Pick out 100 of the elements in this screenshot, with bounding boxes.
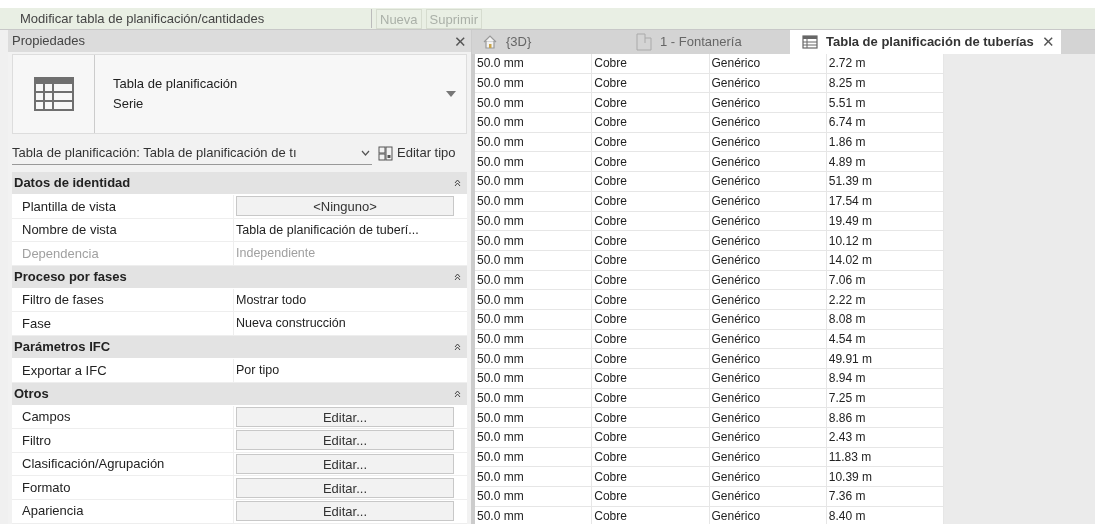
table-cell: Cobre: [592, 408, 710, 428]
ribbon-title: Modificar tabla de planificación/cantidades: [20, 8, 372, 29]
table-cell: Genérico: [709, 211, 827, 231]
table-cell: 50.0 mm: [475, 487, 593, 506]
table-cell: 50.0 mm: [475, 447, 593, 467]
property-value: Independiente: [235, 245, 316, 263]
table-cell: 50.0 mm: [475, 309, 593, 329]
table-cell: Genérico: [709, 290, 827, 309]
table-cell: Cobre: [592, 290, 710, 309]
table-cell: 4.89 m: [826, 152, 944, 172]
property-value: Nueva construcción: [235, 315, 346, 333]
table-cell: 4.54 m: [826, 329, 944, 349]
table-cell: Cobre: [592, 388, 710, 408]
collapse-icon: [454, 342, 461, 351]
property-value: Por tipo: [235, 361, 280, 379]
table-cell: 50.0 mm: [475, 290, 593, 309]
table-cell: Genérico: [709, 467, 827, 487]
property-label: Formato: [12, 476, 234, 499]
edit-type-button[interactable]: Editar tipo: [378, 143, 456, 163]
table-cell: 2.72 m: [826, 54, 944, 73]
table-cell: Cobre: [592, 487, 710, 506]
section-header[interactable]: Proceso por fases: [12, 265, 467, 289]
property-button[interactable]: Editar...: [236, 477, 454, 498]
table-cell: 2.22 m: [826, 290, 944, 309]
table-cell: 50.0 mm: [475, 329, 593, 349]
table-cell: Genérico: [709, 191, 827, 211]
table-cell: Genérico: [709, 388, 827, 408]
table-icon: [802, 35, 818, 49]
view-tab[interactable]: {3D}: [476, 30, 626, 54]
table-cell: 6.74 m: [826, 113, 944, 132]
table-cell: Cobre: [592, 191, 710, 211]
table-cell: 7.36 m: [826, 487, 944, 506]
table-cell: Genérico: [709, 152, 827, 172]
table-cell: Genérico: [709, 54, 827, 73]
table-cell: 10.12 m: [826, 231, 944, 250]
table-cell: Genérico: [709, 487, 827, 506]
property-value: Mostrar todo: [235, 291, 307, 309]
property-label: Plantilla de vista: [12, 195, 234, 218]
table-cell: 8.08 m: [826, 309, 944, 329]
table-icon: [33, 77, 74, 111]
collapse-icon: [454, 179, 461, 187]
table-cell: Genérico: [709, 329, 827, 349]
panel-title: Propiedades: [12, 32, 85, 51]
house-icon: [482, 34, 498, 50]
table-cell: Genérico: [709, 447, 827, 467]
table-cell: 1.86 m: [826, 132, 944, 152]
view-tab[interactable]: 1 - Fontanería: [626, 30, 790, 54]
table-cell: 10.39 m: [826, 467, 944, 487]
table-cell: Cobre: [592, 93, 710, 113]
collapse-icon: [454, 389, 461, 398]
property-label: Filtro de fases: [12, 288, 234, 312]
table-cell: 50.0 mm: [475, 270, 593, 290]
section-header[interactable]: Datos de identidad: [12, 172, 467, 195]
table-cell: 50.0 mm: [475, 93, 593, 113]
section-header[interactable]: Otros: [12, 382, 467, 406]
table-cell: Genérico: [709, 132, 827, 152]
table-cell: 11.83 m: [826, 447, 944, 467]
table-cell: Cobre: [592, 447, 710, 467]
table-cell: 14.02 m: [826, 250, 944, 270]
table-cell: 49.91 m: [826, 349, 944, 368]
property-label: Exportar a IFC: [12, 358, 234, 382]
type-selector[interactable]: Tabla de planificación Serie: [12, 54, 467, 134]
close-icon[interactable]: ✕: [1041, 30, 1055, 54]
table-cell: Genérico: [709, 408, 827, 428]
table-cell: 8.94 m: [826, 369, 944, 388]
property-button[interactable]: Editar...: [236, 454, 454, 475]
table-cell: Cobre: [592, 369, 710, 388]
table-cell: Cobre: [592, 309, 710, 329]
table-cell: 50.0 mm: [475, 349, 593, 368]
section-header[interactable]: Parámetros IFC: [12, 335, 467, 359]
property-label: Nombre de vista: [12, 218, 234, 242]
table-cell: 50.0 mm: [475, 369, 593, 388]
table-cell: 8.25 m: [826, 73, 944, 93]
table-cell: Genérico: [709, 428, 827, 447]
table-cell: 50.0 mm: [475, 132, 593, 152]
table-cell: 50.0 mm: [475, 211, 593, 231]
table-cell: Genérico: [709, 250, 827, 270]
property-label: Fase: [12, 312, 234, 335]
instance-dropdown[interactable]: Tabla de planificación: Tabla de planificación de tı: [12, 141, 372, 165]
table-cell: 2.43 m: [826, 428, 944, 447]
table-cell: Cobre: [592, 172, 710, 191]
table-cell: Cobre: [592, 467, 710, 487]
table-cell: Cobre: [592, 132, 710, 152]
close-button[interactable]: ✕: [454, 33, 467, 49]
collapse-icon: [454, 272, 461, 281]
table-cell: 50.0 mm: [475, 191, 593, 211]
table-cell: 50.0 mm: [475, 113, 593, 132]
table-cell: 50.0 mm: [475, 73, 593, 93]
table-cell: Genérico: [709, 231, 827, 250]
table-cell: Genérico: [709, 506, 827, 524]
property-button[interactable]: <Ninguno>: [236, 196, 454, 217]
table-cell: 50.0 mm: [475, 54, 593, 73]
table-cell: 7.06 m: [826, 270, 944, 290]
view-tab[interactable]: Tabla de planificación de tuberías ✕: [790, 30, 1061, 54]
property-button[interactable]: Editar...: [236, 430, 454, 451]
property-button[interactable]: Editar...: [236, 501, 454, 522]
table-cell: Cobre: [592, 54, 710, 73]
property-button[interactable]: Editar...: [236, 406, 454, 427]
table-cell: 50.0 mm: [475, 388, 593, 408]
property-label: Clasificación/Agrupación: [12, 452, 234, 476]
